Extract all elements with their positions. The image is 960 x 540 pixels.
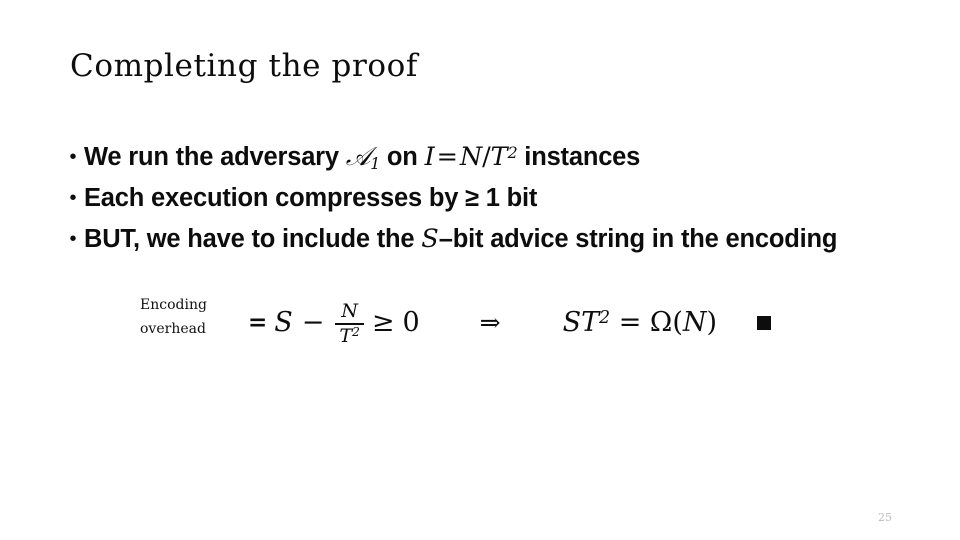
- bullet-text-1: We run the adversary 𝒜1 on I=N/T2 instan…: [84, 140, 640, 177]
- equation-fraction-denominator: T2: [335, 325, 363, 347]
- equation-result-t: T: [581, 307, 600, 339]
- equation-expression: = S − N T2 ≥ 0 ⇒ ST2 = Ω(N): [248, 286, 772, 347]
- bullet-1-slash: /: [482, 142, 491, 172]
- equation-result-s: S: [562, 307, 582, 339]
- equation-block: Encoding overhead = S − N T2 ≥ 0 ⇒ ST2 =…: [140, 286, 772, 347]
- equation-result-t-exponent: 2: [599, 307, 611, 328]
- equation-result-omega: Ω: [649, 307, 673, 339]
- equation-fraction-denominator-exponent: 2: [352, 324, 360, 339]
- list-item: • We run the adversary 𝒜1 on I=N/T2 inst…: [62, 140, 922, 181]
- bullet-3-lead: BUT, we have to include the: [84, 225, 422, 253]
- bullet-1-var-t: T: [490, 142, 508, 172]
- equation-result-open-paren: (: [672, 307, 683, 339]
- equation-annotation-line-2: overhead: [140, 320, 206, 337]
- bullet-1-script-a: 𝒜: [345, 142, 371, 172]
- list-item: • BUT, we have to include the S–bit advi…: [62, 222, 922, 263]
- equation-fraction-numerator: N: [341, 300, 358, 322]
- bullet-1-var-i: I: [424, 142, 435, 172]
- equation-fraction: N T2: [335, 300, 364, 347]
- qed-square-icon: [757, 315, 772, 330]
- bullet-text-3: BUT, we have to include the S–bit advice…: [84, 222, 837, 256]
- bullet-1-lead: We run the adversary: [84, 143, 346, 171]
- equation-result-close-paren: ): [706, 307, 718, 339]
- equation-fraction-denominator-base: T: [339, 324, 353, 347]
- equation-zero: 0: [402, 307, 420, 339]
- list-item: • Each execution compresses by ≥ 1 bit: [62, 181, 922, 222]
- equation-equals-sign: =: [248, 309, 268, 337]
- bullet-1-t-exponent: 2: [507, 142, 518, 162]
- bullet-1-script-a-subscript: 1: [370, 154, 381, 174]
- bullet-3-var-s: S: [421, 224, 439, 254]
- equation-result-equals-sign: =: [618, 307, 642, 339]
- page-number: 25: [878, 511, 892, 524]
- equation-minus-sign: −: [301, 307, 325, 339]
- equation-annotation: Encoding overhead: [140, 291, 248, 341]
- bullet-marker-icon: •: [69, 187, 77, 209]
- bullet-marker-icon: •: [69, 146, 77, 168]
- equation-geq-sign: ≥: [371, 307, 395, 339]
- bullet-1-mid: on: [380, 143, 425, 171]
- bullet-1-tail: instances: [517, 143, 641, 171]
- bullet-2-lead: Each execution compresses by ≥ 1 bit: [84, 184, 538, 212]
- equation-result-space: [641, 307, 650, 338]
- equation-result-n: N: [682, 307, 707, 339]
- bullet-1-var-n: N: [459, 142, 483, 172]
- equation-annotation-line-1: Encoding: [140, 296, 207, 313]
- bullet-list: • We run the adversary 𝒜1 on I=N/T2 inst…: [62, 140, 922, 263]
- equation-result-equals: [610, 307, 619, 338]
- bullet-1-equals: =: [436, 142, 458, 172]
- equation-implies-arrow: ⇒: [479, 308, 501, 338]
- slide-canvas: Completing the proof • We run the advers…: [0, 0, 960, 540]
- page-title: Completing the proof: [70, 48, 419, 84]
- equation-result: ST2 = Ω(N): [501, 307, 717, 338]
- equation-var-s: S: [274, 307, 293, 339]
- bullet-3-tail: –bit advice string in the encoding: [438, 225, 838, 253]
- bullet-text-2: Each execution compresses by ≥ 1 bit: [84, 181, 537, 215]
- bullet-marker-icon: •: [69, 228, 77, 250]
